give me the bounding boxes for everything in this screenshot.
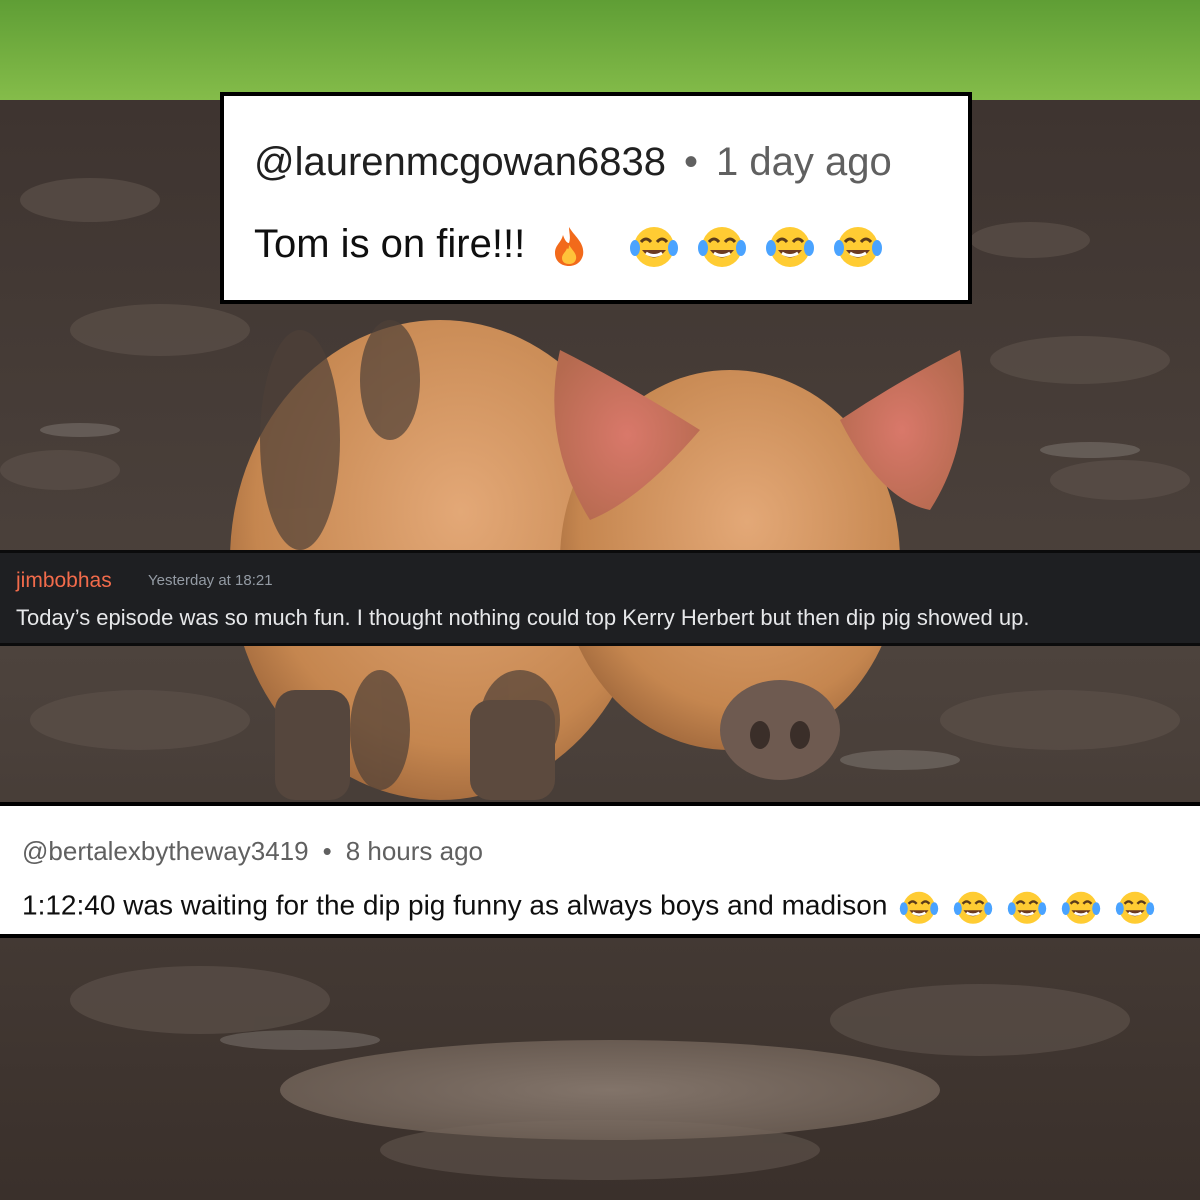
youtube-comment-card-top: @laurenmcgowan6838 • 1 day ago Tom is on f… bbox=[220, 92, 972, 304]
laughing-emoji-icon bbox=[834, 227, 883, 268]
discord-username[interactable]: jimbobhas bbox=[16, 569, 112, 593]
comment-text-row: Tom is on fire!!! bbox=[254, 222, 883, 269]
laughing-emoji-icon bbox=[900, 891, 939, 924]
comment-meta: @laurenmcgowan6838 • 1 day ago bbox=[254, 140, 892, 185]
discord-message-bar: jimbobhas Yesterday at 18:21 Today’s epi… bbox=[0, 550, 1200, 646]
meta-separator: • bbox=[322, 836, 332, 866]
laughing-emoji-icon bbox=[1062, 891, 1101, 924]
comment-text-row: 1:12:40 was waiting for the dip pig funn… bbox=[22, 888, 1155, 926]
comment-time[interactable]: 8 hours ago bbox=[346, 836, 483, 866]
comment-text: 1:12:40 was waiting for the dip pig funn… bbox=[22, 889, 888, 921]
comment-meta: @bertalexbytheway3419 • 8 hours ago bbox=[22, 836, 483, 867]
discord-message-text: Today’s episode was so much fun. I thoug… bbox=[16, 605, 1030, 630]
laughing-emoji-icon bbox=[1008, 891, 1047, 924]
laughing-emoji-icon bbox=[954, 891, 993, 924]
laughing-emoji-icon bbox=[766, 227, 815, 268]
comment-username[interactable]: @bertalexbytheway3419 bbox=[22, 836, 309, 866]
comment-time[interactable]: 1 day ago bbox=[716, 140, 892, 184]
laughing-emoji-icon bbox=[1116, 891, 1155, 924]
discord-timestamp: Yesterday at 18:21 bbox=[148, 572, 273, 589]
laughing-emoji-icon bbox=[630, 227, 679, 268]
youtube-comment-card-bottom: @bertalexbytheway3419 • 8 hours ago 1:12:4… bbox=[0, 802, 1200, 938]
emoji-row bbox=[551, 223, 883, 269]
emoji-row bbox=[899, 888, 1155, 926]
comment-text: Tom is on fire!!! bbox=[254, 222, 526, 266]
fire-icon bbox=[555, 227, 584, 267]
meta-separator: • bbox=[683, 140, 698, 184]
comment-username[interactable]: @laurenmcgowan6838 bbox=[254, 140, 666, 184]
laughing-emoji-icon bbox=[698, 227, 747, 268]
